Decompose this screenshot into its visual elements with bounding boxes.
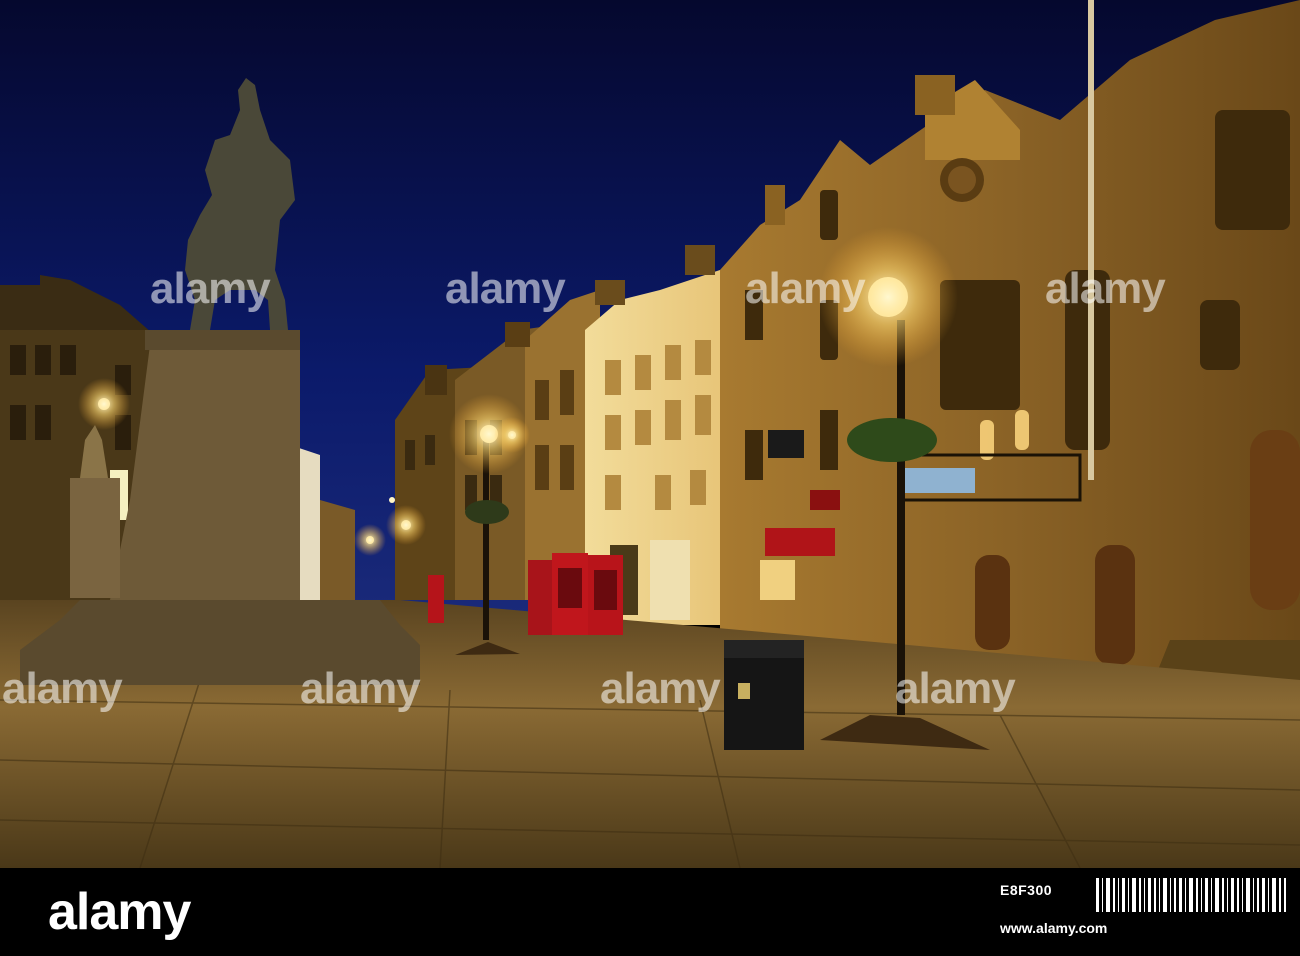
alamy-logo[interactable]: alamy (48, 882, 191, 942)
image-code: E8F300 (1000, 882, 1053, 898)
barcode-icon (1096, 878, 1286, 912)
stock-photo-page: alamy alamy alamy alamy alamy alamy alam… (0, 0, 1300, 956)
image-id-block: E8F300 www.alamy.com (1000, 868, 1300, 956)
market-place-night-photo (0, 0, 1300, 868)
site-url[interactable]: www.alamy.com (1000, 920, 1107, 936)
litter-bin (724, 640, 804, 750)
footer-bar: alamy E8F300 www.alamy.com (0, 868, 1300, 956)
